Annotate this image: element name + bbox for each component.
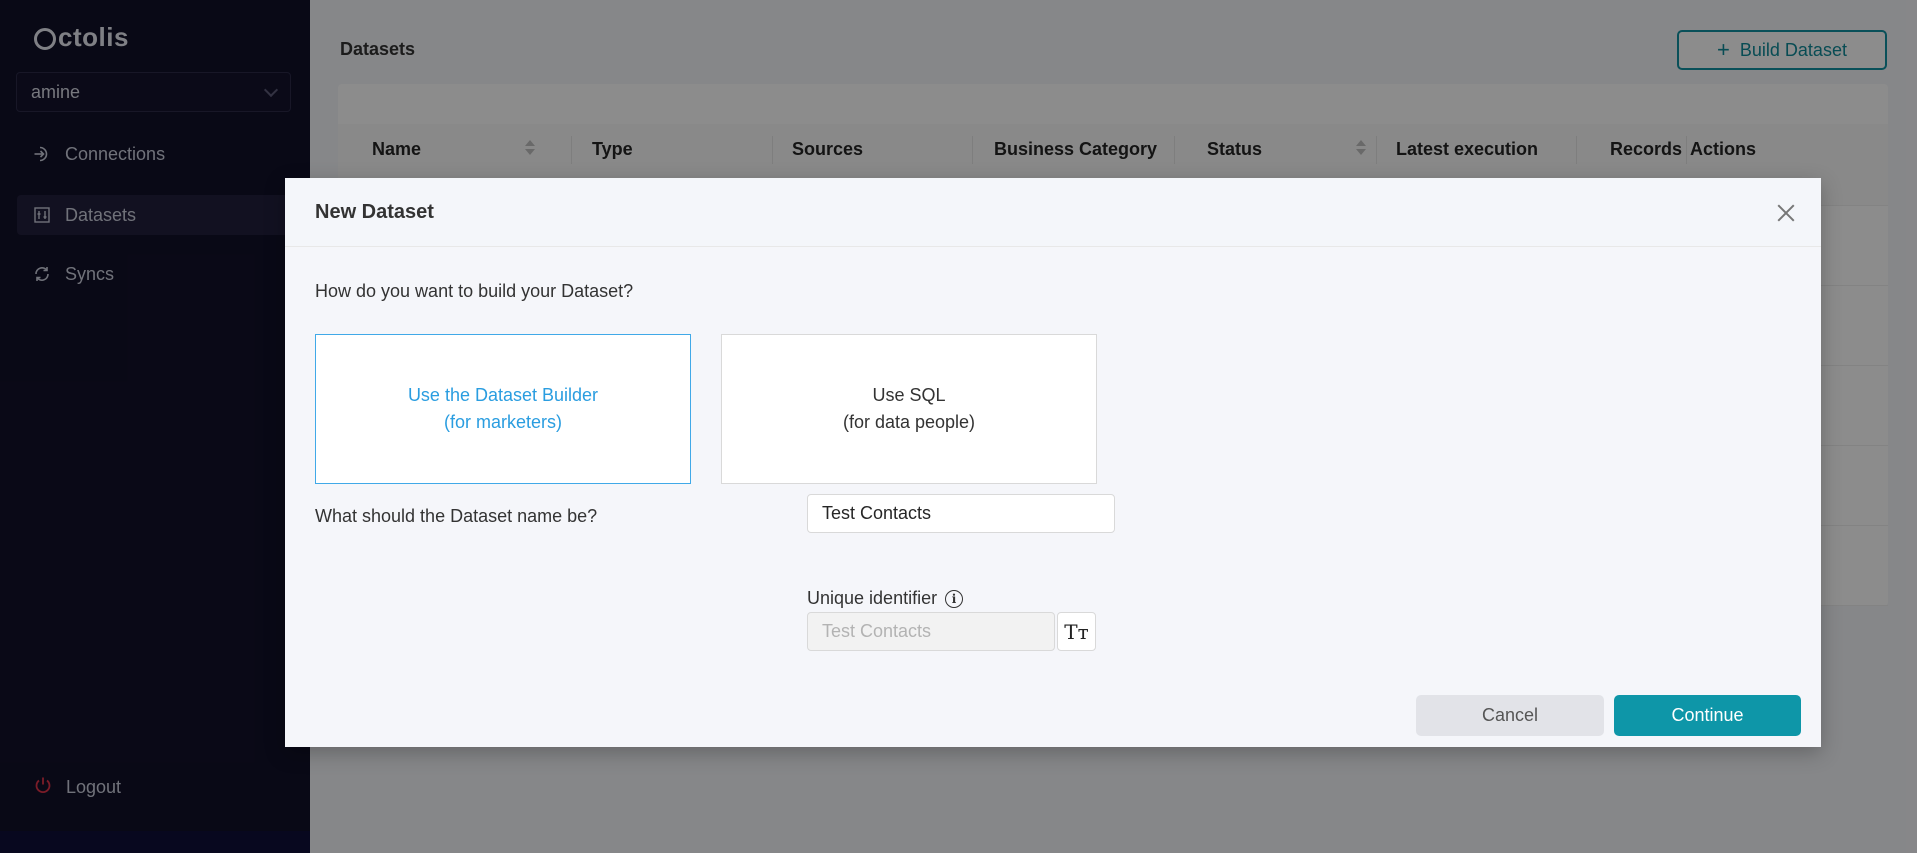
new-dataset-modal: New Dataset How do you want to build you… <box>285 178 1821 747</box>
info-icon[interactable]: i <box>945 589 964 608</box>
close-icon[interactable] <box>1776 203 1796 223</box>
option-title: Use the Dataset Builder <box>407 385 599 405</box>
modal-header: New Dataset <box>285 178 1821 247</box>
text-case-icon: Tт <box>1064 619 1089 644</box>
modal-title: New Dataset <box>315 201 434 223</box>
option-subtitle: (for data people) <box>842 412 976 432</box>
unique-identifier-label: Unique identifier i <box>807 588 964 609</box>
option-title: Use SQL <box>872 385 946 405</box>
option-subtitle: (for marketers) <box>443 412 562 432</box>
dataset-name-input[interactable] <box>807 494 1115 533</box>
option-sql[interactable]: Use SQL (for data people) <box>721 334 1097 484</box>
unique-identifier-text: Unique identifier <box>807 588 938 608</box>
option-dataset-builder[interactable]: Use the Dataset Builder (for marketers) <box>315 334 691 484</box>
dataset-name-question: What should the Dataset name be? <box>315 506 598 526</box>
continue-button[interactable]: Continue <box>1614 695 1801 736</box>
unique-identifier-input <box>807 612 1055 651</box>
build-method-question: How do you want to build your Dataset? <box>315 281 634 301</box>
cancel-button[interactable]: Cancel <box>1416 695 1604 736</box>
modal-body: How do you want to build your Dataset? U… <box>285 247 1821 747</box>
text-case-button[interactable]: Tт <box>1057 612 1096 651</box>
